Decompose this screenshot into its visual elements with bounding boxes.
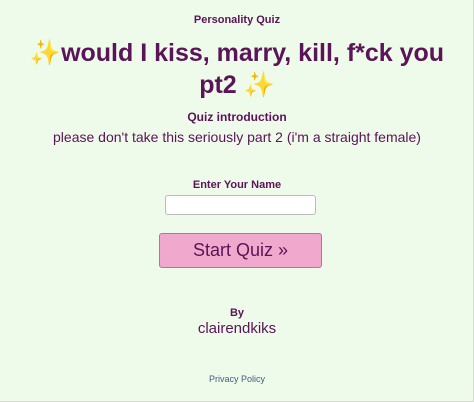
sparkles-icon: ✨ [29, 38, 62, 67]
quiz-page: Personality Quiz ✨would I kiss, marry, k… [0, 0, 474, 402]
start-quiz-button[interactable]: Start Quiz » [159, 233, 322, 268]
intro-text: please don't take this seriously part 2 … [53, 129, 421, 145]
privacy-policy-link[interactable]: Privacy Policy [209, 374, 265, 384]
by-label: By [229, 307, 245, 319]
sparkles-icon: ✨ [243, 70, 275, 99]
intro-heading: Quiz introduction [187, 110, 287, 124]
quiz-category: Personality Quiz [193, 14, 281, 26]
footer: Privacy Policy [0, 373, 474, 385]
author-name: clairendkiks [197, 320, 277, 337]
quiz-title: ✨would I kiss, marry, kill, f*ck you pt2… [20, 37, 454, 101]
name-input[interactable] [165, 195, 316, 215]
name-label: Enter Your Name [192, 179, 282, 191]
